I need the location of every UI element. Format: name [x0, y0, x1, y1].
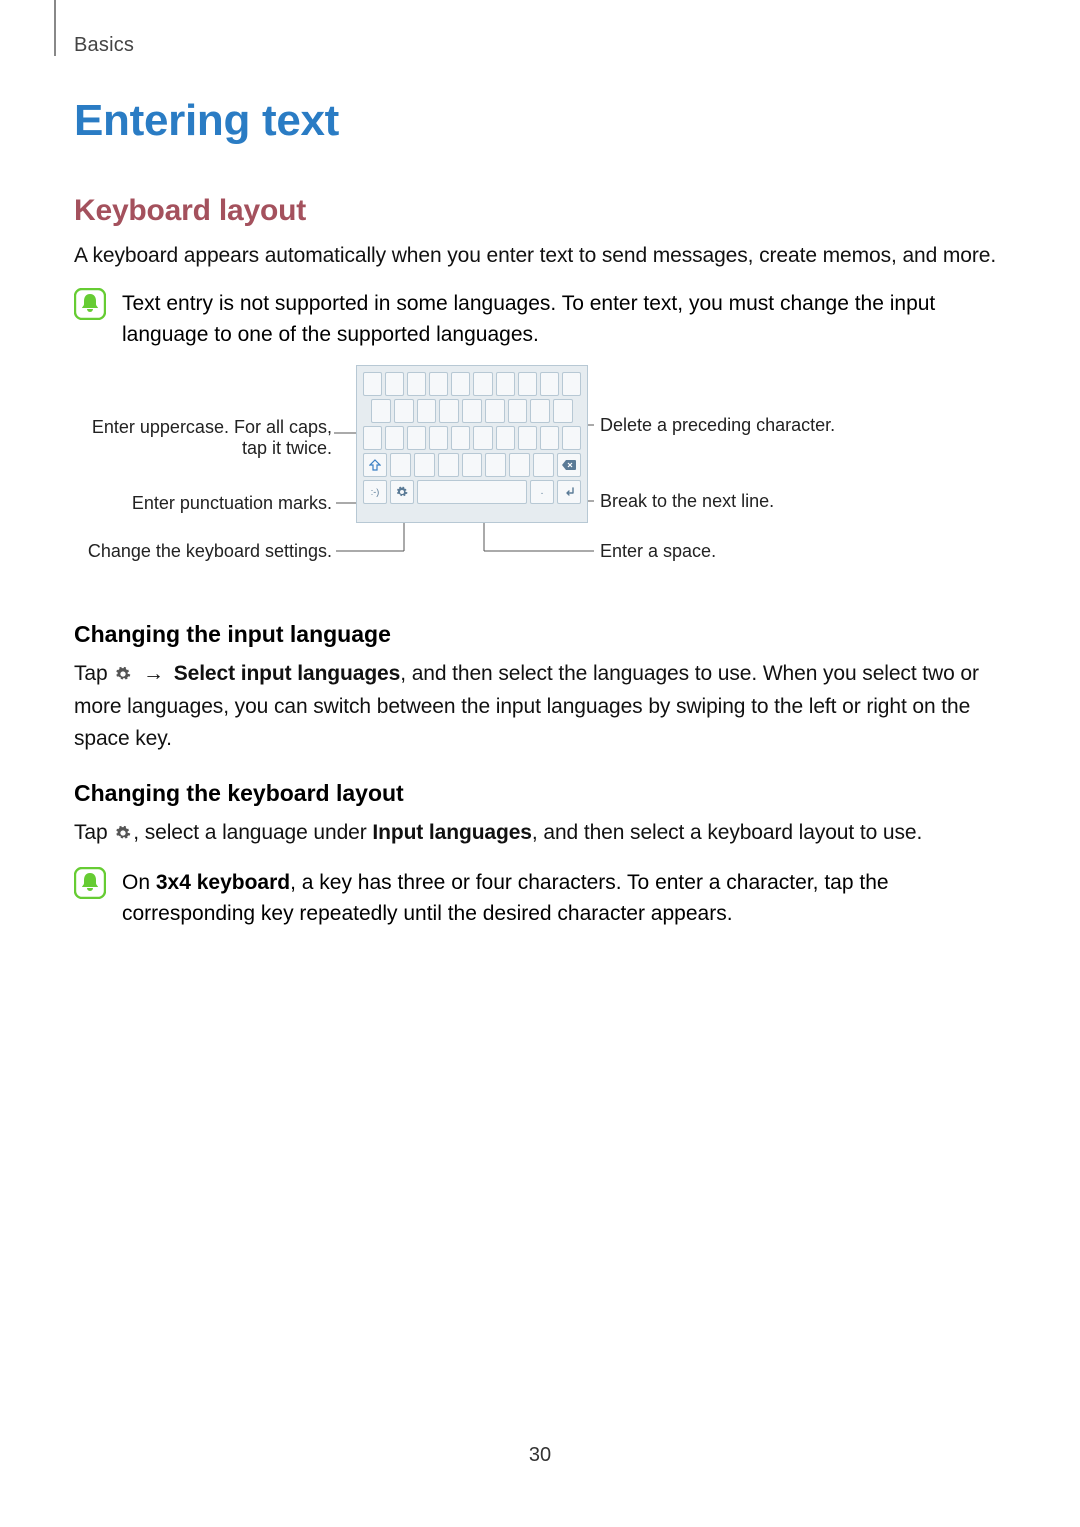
txt-bold: Input languages — [372, 821, 532, 844]
gear-icon — [115, 660, 131, 692]
txt: Tap — [74, 821, 113, 844]
period-key: . — [530, 480, 554, 504]
change-language-paragraph: Tap → Select input languages, and then s… — [74, 658, 1014, 755]
h2-keyboard-layout: Keyboard layout — [74, 194, 1014, 228]
shift-key-icon — [363, 453, 387, 477]
note-block: Text entry is not supported in some lang… — [74, 288, 1014, 351]
h3-change-layout: Changing the keyboard layout — [74, 780, 1014, 807]
callout-punctuation: Enter punctuation marks. — [74, 493, 332, 515]
keyboard-illustration: .......... ......... .......... ....... … — [356, 365, 588, 523]
page-title: Entering text — [74, 96, 1014, 146]
note-text: Text entry is not supported in some lang… — [122, 288, 1014, 351]
gear-icon — [115, 819, 131, 851]
backspace-key-icon — [557, 453, 581, 477]
page-number: 30 — [0, 1444, 1080, 1467]
callout-settings: Change the keyboard settings. — [74, 541, 332, 563]
enter-key-icon — [557, 480, 581, 504]
bell-icon — [74, 288, 106, 320]
h3-change-language: Changing the input language — [74, 621, 1014, 648]
section-label: Basics — [74, 34, 134, 57]
callout-delete: Delete a preceding character. — [600, 415, 835, 437]
change-layout-paragraph: Tap , select a language under Input lang… — [74, 817, 1014, 851]
txt-bold: Select input languages — [174, 662, 401, 685]
txt: , and then select a keyboard layout to u… — [532, 821, 922, 844]
txt: , select a language under — [133, 821, 372, 844]
arrow-right-icon: → — [139, 658, 168, 690]
keyboard-diagram: .......... ......... .......... ....... … — [74, 365, 1014, 595]
note-text-2: On 3x4 keyboard, a key has three or four… — [122, 867, 1014, 930]
txt: Tap — [74, 662, 113, 685]
header-divider — [54, 0, 56, 56]
gear-key-icon — [390, 480, 414, 504]
callout-uppercase: Enter uppercase. For all caps, tap it tw… — [74, 417, 332, 460]
txt-bold: 3x4 keyboard — [156, 871, 290, 894]
space-key — [417, 480, 527, 504]
symbols-key: :-) — [363, 480, 387, 504]
txt: On — [122, 871, 156, 894]
bell-icon — [74, 867, 106, 899]
intro-paragraph: A keyboard appears automatically when yo… — [74, 240, 1014, 272]
note-block-2: On 3x4 keyboard, a key has three or four… — [74, 867, 1014, 930]
callout-newline: Break to the next line. — [600, 491, 774, 513]
callout-space: Enter a space. — [600, 541, 716, 563]
